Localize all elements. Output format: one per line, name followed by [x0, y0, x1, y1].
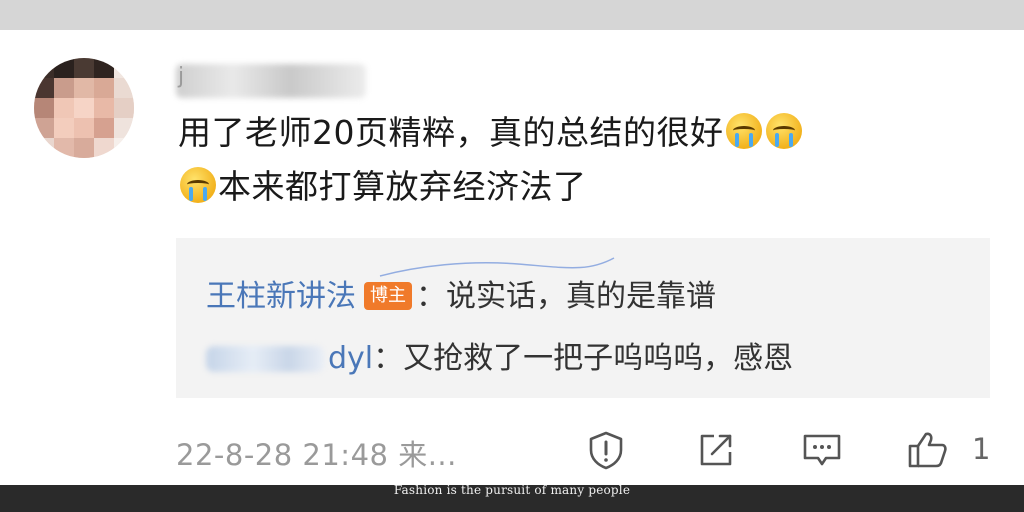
like-icon	[908, 432, 947, 468]
crying-face-emoji-icon	[180, 167, 216, 203]
crying-face-emoji-icon	[725, 113, 762, 149]
reply-separator: ：	[373, 341, 404, 376]
top-bar	[0, 0, 1024, 30]
like-button[interactable]	[906, 430, 950, 470]
comment-line-2: 本来都打算放弃经济法了	[178, 160, 968, 214]
bottom-bar: Fashion is the pursuit of many people	[0, 483, 1024, 512]
comment-card: j 用了老师20页精粹，真的总结的很好 本来都打算放弃经济法了 王柱新讲法 博主：…	[0, 30, 1024, 485]
watermark-caption: Fashion is the pursuit of many people	[393, 483, 631, 497]
comment-line-1: 用了老师20页精粹，真的总结的很好	[178, 106, 968, 160]
comment-icon	[803, 434, 841, 466]
share-button[interactable]	[694, 430, 738, 470]
reply-item[interactable]: dyl：又抢救了一把子呜呜呜，感恩	[206, 333, 793, 377]
reply-separator: ：	[416, 279, 446, 314]
comment-line-1-text: 用了老师20页精粹，真的总结的很好	[178, 113, 724, 152]
reply-text: 说实话，真的是靠谱	[446, 279, 716, 314]
timestamp: 22-8-28 21:48 来...	[176, 438, 457, 472]
share-icon	[700, 434, 732, 466]
reply-author[interactable]: 王柱新讲法	[206, 279, 356, 314]
report-icon	[589, 431, 623, 470]
author-badge: 博主	[364, 282, 412, 310]
comment-footer: 22-8-28 21:48 来... 1	[176, 430, 996, 472]
reply-author-redacted[interactable]	[206, 346, 324, 372]
comment-button[interactable]	[800, 430, 844, 470]
comment-text: 用了老师20页精粹，真的总结的很好 本来都打算放弃经济法了	[178, 106, 968, 214]
reply-text: 又抢救了一把子呜呜呜，感恩	[403, 341, 794, 376]
username[interactable]: j	[178, 64, 184, 89]
report-button[interactable]	[584, 430, 628, 470]
comment-line-2-text: 本来都打算放弃经济法了	[218, 167, 587, 206]
reply-author[interactable]: dyl	[328, 341, 373, 376]
avatar[interactable]	[34, 58, 134, 158]
watermark-scribble	[379, 257, 615, 277]
crying-face-emoji-icon	[765, 113, 802, 149]
username-redacted[interactable]	[176, 64, 366, 98]
like-count: 1	[972, 432, 991, 466]
